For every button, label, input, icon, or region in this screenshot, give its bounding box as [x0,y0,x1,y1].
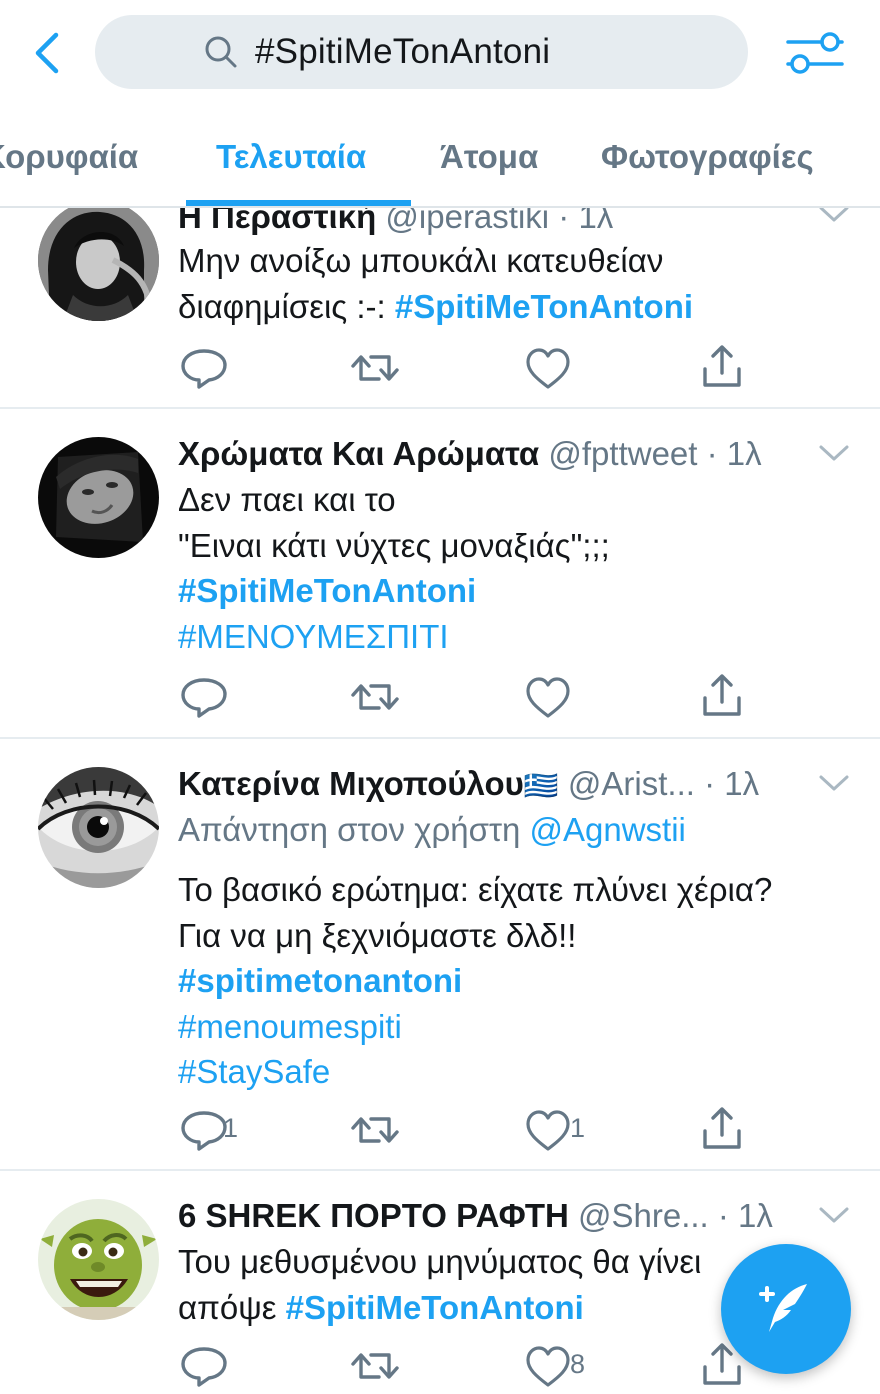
search-filter-button[interactable] [780,26,850,80]
tweet-header: Χρώματα Και Αρώματα @fpttweet · 1λ [178,435,762,473]
handle[interactable]: @Shre... [578,1197,709,1234]
back-button[interactable] [24,28,68,78]
timestamp: · 1λ [717,1197,773,1234]
chevron-down-icon[interactable] [818,773,850,793]
tweet-text-line: απόψε #SpitiMeTonAntoni [178,1289,584,1327]
tweet-text-line: Δεν παει και το [178,481,396,518]
avatar[interactable] [38,767,159,888]
like-icon[interactable] [522,674,574,720]
hashtag-link[interactable]: #SpitiMeTonAntoni [286,1289,584,1326]
display-name[interactable]: 6 SHREK ΠΟΡΤΟ ΡΑΦΤΗ [178,1197,569,1234]
avatar[interactable] [38,1199,159,1320]
tab-top[interactable]: Κορυφαία [0,138,138,176]
reply-context: Απάντηση στον χρήστη @Agnwstii [178,811,686,849]
avatar-woman-dark-hair-image [38,200,159,321]
tweet-text-line: "Ειναι κάτι νύχτες μοναξιάς";;; [178,527,610,564]
reply-prefix: Απάντηση στον χρήστη [178,811,521,848]
tab-latest[interactable]: Τελευταία [216,138,366,176]
tweet-text-line: Για να μη ξεχνιόμαστε δλδ!! [178,917,577,954]
chevron-down-icon[interactable] [818,443,850,463]
reply-icon[interactable] [178,674,230,720]
active-tab-indicator [186,200,411,206]
greek-flag-icon: 🇬🇷 [523,770,559,801]
tweet-2[interactable]: Χρώματα Και Αρώματα @fpttweet · 1λ Δεν π… [0,409,880,739]
compose-tweet-button[interactable] [721,1244,851,1374]
hashtag-link[interactable]: #SpitiMeTonAntoni [178,572,476,610]
compose-icon [759,1284,807,1332]
search-header: #SpitiMeTonAntoni [0,0,880,100]
retweet-icon[interactable] [349,1343,401,1389]
tweet-text: απόψε [178,1289,277,1326]
timestamp: · 1λ [706,435,762,472]
like-icon[interactable] [522,1343,574,1389]
share-icon[interactable] [696,672,748,718]
hashtag-link[interactable]: #ΜΕΝΟΥΜΕΣΠΙΤΙ [178,618,449,656]
search-input[interactable]: #SpitiMeTonAntoni [95,15,748,89]
hashtag-link[interactable]: #spitimetonantoni [178,962,462,1000]
reply-icon[interactable] [178,345,230,391]
hashtag-link[interactable]: #StaySafe [178,1053,330,1091]
like-icon[interactable] [522,1107,574,1153]
avatar-woman-portrait-image [38,437,159,558]
hashtag-link[interactable]: #menoumespiti [178,1008,402,1046]
tab-photos[interactable]: Φωτογραφίες [601,138,814,176]
tweet-text-line: διαφημίσεις :-: #SpitiMeTonAntoni [178,288,693,326]
like-count: 1 [570,1113,586,1143]
tweet-header: 6 SHREK ΠΟΡΤΟ ΡΑΦΤΗ @Shre... · 1λ [178,1197,773,1235]
filter-icon [786,32,844,74]
avatar-eye-closeup-image [38,767,159,888]
share-icon[interactable] [696,1105,748,1151]
chevron-down-icon[interactable] [818,1205,850,1225]
search-icon [205,36,237,68]
hashtag-link[interactable]: #SpitiMeTonAntoni [395,288,693,325]
retweet-icon[interactable] [349,674,401,720]
like-icon[interactable] [522,345,574,391]
display-name[interactable]: Χρώματα Και Αρώματα [178,435,539,472]
handle[interactable]: @fpttweet [548,435,697,472]
tweet-text-line: Μην ανοίξω μπουκάλι κατευθείαν [178,242,664,279]
back-arrow-icon [35,32,59,74]
share-icon[interactable] [696,343,748,389]
reply-icon[interactable] [178,1343,230,1389]
tweet-text-line: Το βασικό ερώτημα: είχατε πλύνει χέρια? [178,871,773,908]
tweet-3[interactable]: Κατερίνα Μιχοπούλου🇬🇷 @Arist... · 1λ Απά… [0,739,880,1171]
like-count: 8 [570,1349,586,1379]
handle[interactable]: @Arist... [568,765,695,802]
tweet-header: Κατερίνα Μιχοπούλου🇬🇷 @Arist... · 1λ [178,765,759,803]
tab-people[interactable]: Άτομα [440,138,538,176]
mention-link[interactable]: @Agnwstii [530,811,686,848]
timestamp: · 1λ [704,765,760,802]
retweet-icon[interactable] [349,345,401,391]
tweet-text: διαφημίσεις :-: [178,288,386,325]
avatar-shrek-image [38,1199,159,1320]
avatar[interactable] [38,437,159,558]
reply-count: 1 [223,1113,239,1143]
retweet-icon[interactable] [349,1107,401,1153]
tweet-1[interactable]: Η Περαστική @iperastiki · 1λ Μην ανοίξω … [0,180,880,409]
avatar[interactable] [38,200,159,321]
tweet-feed[interactable]: Η Περαστική @iperastiki · 1λ Μην ανοίξω … [0,0,880,1394]
display-name[interactable]: Κατερίνα Μιχοπούλου [178,765,524,802]
search-tabs: Κορυφαία Τελευταία Άτομα Φωτογραφίες [0,100,880,208]
search-query: #SpitiMeTonAntoni [255,32,551,71]
tweet-text-line: Του μεθυσμένου μηνύματος θα γίνει [178,1243,702,1280]
